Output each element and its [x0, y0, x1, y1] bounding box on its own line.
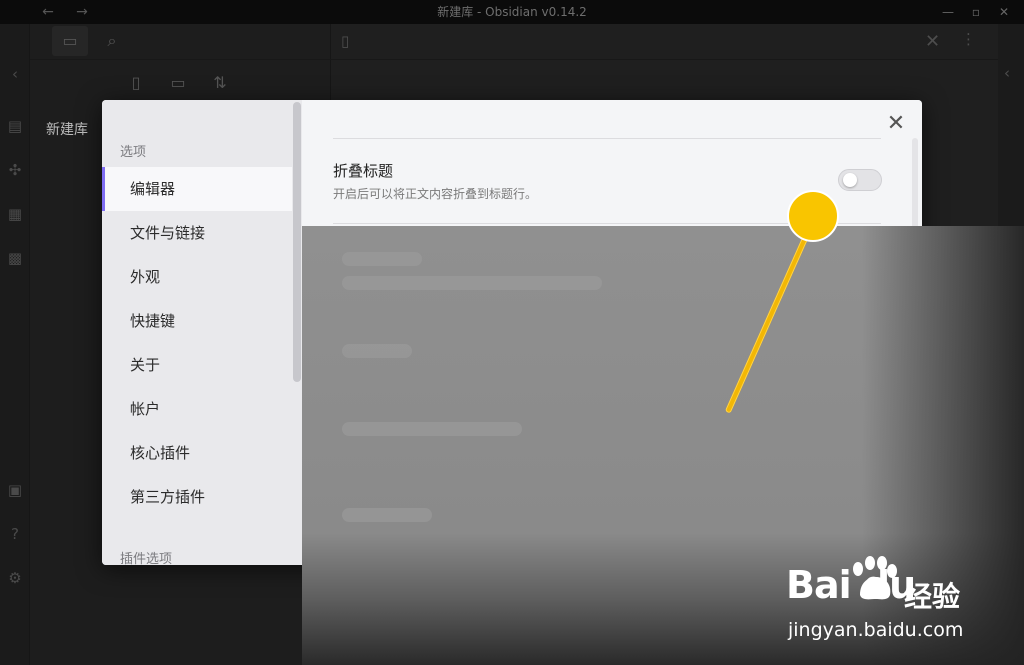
blur-smudge: [342, 252, 422, 266]
search-icon[interactable]: ⌕: [94, 26, 130, 56]
settings-sidebar: 选项 编辑器 文件与链接 外观 快捷键 关于 帐户 核心插件 第三方插件 插件选…: [102, 100, 302, 565]
minimize-icon[interactable]: —: [934, 0, 962, 24]
blur-smudge: [342, 422, 522, 436]
sidebar-item-core-plugins[interactable]: 核心插件: [102, 431, 292, 475]
blur-smudge: [342, 508, 432, 522]
sidebar-item-appearance[interactable]: 外观: [102, 255, 292, 299]
sidebar-item-about[interactable]: 关于: [102, 343, 292, 387]
plugin-options-header: 插件选项: [120, 552, 173, 565]
annotation-pointer-dot: [787, 190, 839, 242]
fold-heading-toggle[interactable]: [838, 169, 882, 191]
watermark-url: jingyan.baidu.com: [788, 619, 964, 641]
sidebar-item-community-plugins[interactable]: 第三方插件: [102, 475, 292, 519]
editor-tab-bar: ▯ ✕ ⋮: [331, 24, 998, 60]
left-ribbon: ‹ ▤ ✣ ▦ ▩ ▣ ? ⚙: [0, 24, 30, 665]
blur-smudge: [342, 344, 412, 358]
sidebar-item-account[interactable]: 帐户: [102, 387, 292, 431]
more-options-icon[interactable]: ⋮: [961, 30, 976, 48]
file-pane-topbar: ▭ ⌕: [30, 24, 331, 60]
sidebar-item-hotkeys[interactable]: 快捷键: [102, 299, 292, 343]
settings-gear-icon[interactable]: ⚙: [5, 568, 25, 588]
close-tab-icon[interactable]: ✕: [925, 31, 940, 52]
paw-logo-icon: [853, 556, 897, 600]
file-icon[interactable]: ▯: [341, 32, 349, 50]
close-icon[interactable]: ✕: [882, 110, 910, 138]
folder-icon[interactable]: ▭: [52, 26, 88, 56]
command-palette-icon[interactable]: ▩: [5, 248, 25, 268]
baidu-watermark: Bai du 经验 jingyan.baidu.com: [786, 555, 1016, 645]
open-quick-switcher-icon[interactable]: ▤: [5, 116, 25, 136]
collapse-left-icon[interactable]: ‹: [5, 64, 25, 84]
graph-view-icon[interactable]: ✣: [5, 160, 25, 180]
sidebar-item-editor[interactable]: 编辑器: [102, 167, 292, 211]
vault-name[interactable]: 新建库: [46, 119, 88, 139]
blur-smudge: [342, 276, 602, 290]
collapse-right-icon[interactable]: ‹: [1004, 64, 1010, 82]
setting-name: 折叠标题: [333, 162, 394, 180]
maximize-icon[interactable]: ▫: [962, 0, 990, 24]
open-vault-icon[interactable]: ▣: [5, 480, 25, 500]
content-scrollbar[interactable]: [912, 138, 918, 228]
toggle-knob: [843, 173, 857, 187]
sort-icon[interactable]: ⇅: [202, 68, 238, 98]
window-title: 新建库 - Obsidian v0.14.2: [437, 5, 587, 19]
sidebar-scrollbar[interactable]: [293, 102, 301, 382]
sidebar-item-files-links[interactable]: 文件与链接: [102, 211, 292, 255]
close-window-icon[interactable]: ✕: [990, 0, 1018, 24]
divider: [333, 138, 881, 139]
new-note-icon[interactable]: ▯: [118, 68, 154, 98]
options-header: 选项: [120, 145, 147, 160]
title-bar: ← → 新建库 - Obsidian v0.14.2 — ▫ ✕: [0, 0, 1024, 24]
new-folder-icon[interactable]: ▭: [160, 68, 196, 98]
watermark-cn: 经验: [904, 580, 961, 613]
setting-description: 开启后可以将正文内容折叠到标题行。: [333, 187, 538, 201]
templates-icon[interactable]: ▦: [5, 204, 25, 224]
help-icon[interactable]: ?: [5, 524, 25, 544]
